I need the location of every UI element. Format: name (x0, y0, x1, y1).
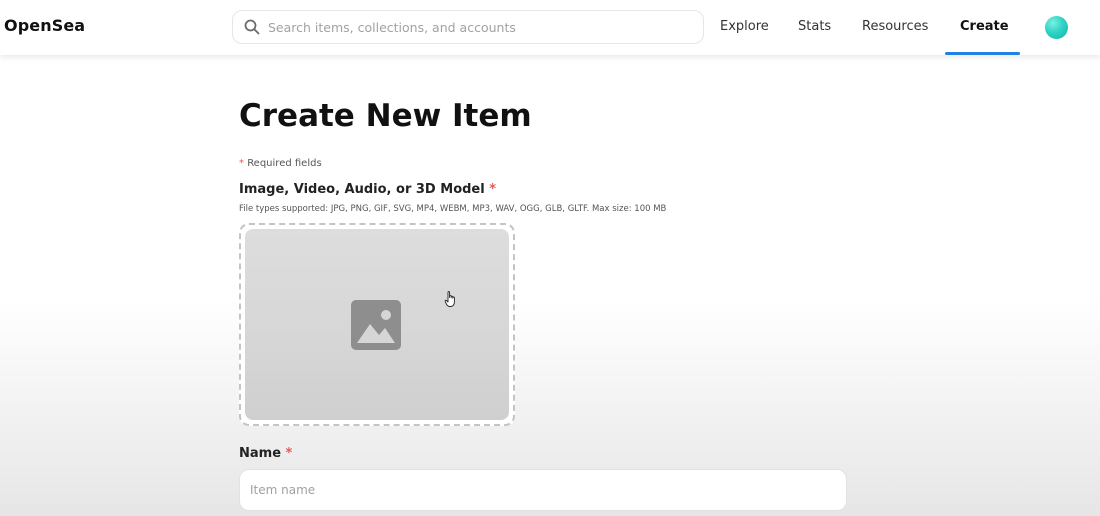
media-upload-dropzone[interactable] (239, 223, 515, 426)
search-input[interactable] (268, 11, 688, 43)
required-marker: * (239, 158, 244, 169)
avatar[interactable] (1045, 16, 1068, 39)
required-fields-note: * Required fields (239, 158, 322, 169)
logo[interactable]: OpenSea (4, 16, 85, 35)
item-name-input[interactable] (239, 469, 847, 511)
media-upload-area[interactable] (245, 229, 509, 420)
nav-stats[interactable]: Stats (798, 19, 831, 34)
search-bar[interactable] (232, 10, 704, 44)
media-field-label: Image, Video, Audio, or 3D Model * (239, 182, 496, 197)
nav-explore[interactable]: Explore (720, 19, 769, 34)
top-navbar: OpenSea Explore Stats Resources Create (0, 0, 1100, 55)
name-label-text: Name (239, 446, 282, 461)
image-icon (351, 300, 401, 350)
required-note-text: Required fields (247, 158, 322, 169)
required-marker: * (489, 182, 497, 197)
required-marker: * (285, 446, 293, 461)
media-label-text: Image, Video, Audio, or 3D Model (239, 182, 485, 197)
nav-create[interactable]: Create (960, 19, 1009, 34)
name-field-label: Name * (239, 446, 292, 461)
active-nav-indicator (945, 52, 1020, 55)
search-icon (244, 19, 260, 35)
page-title: Create New Item (239, 98, 532, 134)
nav-resources[interactable]: Resources (862, 19, 928, 34)
supported-file-types: File types supported: JPG, PNG, GIF, SVG… (239, 204, 667, 214)
hand-cursor-icon (444, 290, 458, 308)
